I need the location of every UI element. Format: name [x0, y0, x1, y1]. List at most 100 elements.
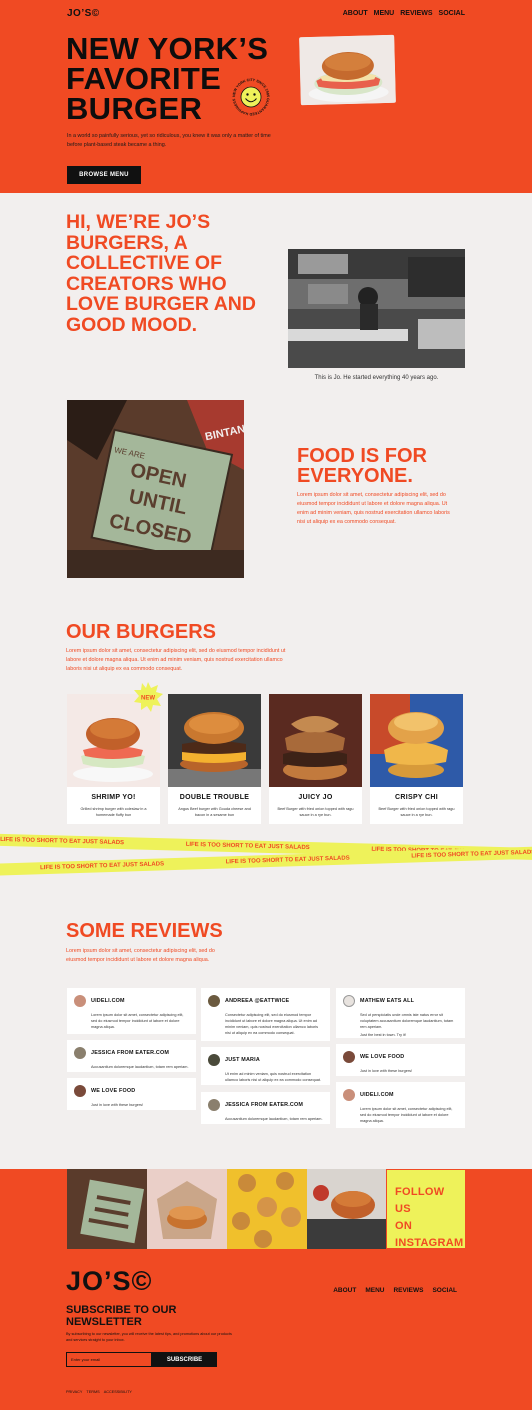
reviews-title: SOME REVIEWS — [66, 920, 223, 942]
review-card: MATHEW EATS ALL Sed ut perspiciatis unde… — [336, 988, 465, 1038]
tape-text: LIFE IS TOO SHORT TO EAT JUST SALADS — [225, 855, 350, 866]
intro-title: HI, WE’RE JO’S BURGERS, A COLLECTIVE OF … — [66, 211, 256, 336]
subscribe-text: By subscribing to our newsletter, you wi… — [66, 1332, 232, 1342]
tape-text: LIFE IS TOO SHORT TO EAT JUST SALADS — [185, 841, 310, 852]
avatar — [208, 995, 220, 1007]
burger-card[interactable]: JUICY JO Beef Burger with fried onion to… — [269, 694, 362, 824]
reviewer-name: UIDELI.COM — [91, 998, 125, 1004]
instagram-photo[interactable] — [147, 1169, 227, 1249]
reviewer-name: WE LOVE FOOD — [91, 1088, 136, 1094]
burger-desc: Grilled shrimp burger with coleslaw in a… — [80, 807, 147, 817]
avatar — [343, 995, 355, 1007]
reviewer-name: JUST MARIA — [225, 1057, 260, 1063]
top-nav: ABOUT MENU REVIEWS SOCIAL — [343, 10, 465, 17]
burger-desc: Beef Burger with fried onion topped with… — [277, 807, 354, 817]
burger-name: CRISPY CHI — [395, 794, 438, 801]
review-text: Lorem ipsum dolor sit amet, consectetur … — [360, 1107, 453, 1123]
burger-photo — [370, 694, 463, 787]
review-card: WE LOVE FOOD Just in love with these bur… — [336, 1044, 465, 1076]
email-field[interactable] — [66, 1352, 152, 1367]
subscribe-button[interactable]: SUBSCRIBE — [152, 1352, 217, 1367]
footer-nav-menu[interactable]: MENU — [365, 1287, 384, 1294]
burgers-title: OUR BURGERS — [66, 621, 217, 643]
new-badge: NEW — [133, 682, 163, 712]
reviewer-name: ANDREEA @EATTWICE — [225, 998, 290, 1004]
footer-nav: ABOUT MENU REVIEWS SOCIAL — [333, 1287, 457, 1294]
footer-logo[interactable]: JO’S© — [66, 1266, 152, 1297]
nav-reviews[interactable]: REVIEWS — [400, 10, 432, 17]
instagram-photo[interactable] — [307, 1169, 387, 1249]
privacy-link[interactable]: PRIVACY — [66, 1390, 82, 1394]
review-text: Accusantium doloremque laudantium, totam… — [91, 1065, 189, 1069]
accessibility-link[interactable]: ACCESSIBILITY — [104, 1390, 132, 1394]
review-card: ANDREEA @EATTWICE Consectetur adipiscing… — [201, 988, 330, 1041]
review-text: Just in love with these burgers! — [360, 1069, 413, 1073]
new-badge-label: NEW — [141, 696, 155, 702]
review-card: JESSICA FROM EATER.COM Accusantium dolor… — [201, 1092, 330, 1124]
open-until-closed-photo: BINTANG Pilsener WE ARE OPEN UNTIL CLOSE… — [67, 400, 244, 578]
review-text: Consectetur adipiscing elit, sed do eius… — [225, 1013, 319, 1035]
kitchen-caption: This is Jo. He started everything 40 yea… — [314, 375, 439, 381]
review-text: Ut enim ad minim veniam, quis nostrud ex… — [225, 1072, 322, 1082]
legal-links: PRIVACY TERMS ACCESSIBILITY — [66, 1390, 132, 1394]
burger-name: JUICY JO — [298, 794, 333, 801]
avatar — [74, 1085, 86, 1097]
burger-desc: Angus Beef burger with Gouda cheese and … — [178, 807, 251, 817]
footer-nav-social[interactable]: SOCIAL — [432, 1287, 457, 1294]
reviews-text: Lorem ipsum dolor sit amet, consectetur … — [66, 948, 215, 963]
tape-text: LIFE IS TOO SHORT TO EAT JUST SALADS — [40, 861, 165, 872]
review-card: JUST MARIA Ut enim ad minim veniam, quis… — [201, 1047, 330, 1085]
subscribe-title: SUBSCRIBE TO OUR NEWSLETTER — [66, 1304, 177, 1328]
burger-photo — [269, 694, 362, 787]
instagram-photo[interactable] — [67, 1169, 147, 1249]
avatar — [74, 995, 86, 1007]
reviewer-name: WE LOVE FOOD — [360, 1054, 405, 1060]
smiley-stamp-icon: NEW YORK CITY SINCE 1985 GUARANTEED HAPP… — [230, 76, 272, 118]
avatar — [208, 1099, 220, 1111]
terms-link[interactable]: TERMS — [86, 1390, 99, 1394]
avatar — [74, 1047, 86, 1059]
burger-name: DOUBLE TROUBLE — [179, 794, 250, 801]
nav-about[interactable]: ABOUT — [343, 10, 368, 17]
review-text: Accusantium doloremque laudantium, totam… — [225, 1117, 323, 1121]
burger-photo — [168, 694, 261, 787]
browse-menu-button[interactable]: BROWSE MENU — [67, 166, 141, 184]
burger-card[interactable]: CRISPY CHI Beef Burger with fried onion … — [370, 694, 463, 824]
nav-menu[interactable]: MENU — [374, 10, 395, 17]
burger-desc: Beef Burger with fried onion topped with… — [378, 807, 455, 817]
review-text: Sed ut perspiciatis unde omnis iste natu… — [360, 1013, 454, 1029]
review-card: JESSICA FROM EATER.COM Accusantium dolor… — [67, 1040, 196, 1072]
avatar — [208, 1054, 220, 1066]
kitchen-photo — [288, 249, 465, 368]
reviewer-name: JESSICA FROM EATER.COM — [91, 1050, 170, 1056]
review-text: Just in love with these burgers! — [91, 1103, 144, 1107]
follow-instagram-link[interactable]: FOLLOW US ON INSTAGRAM — [386, 1169, 466, 1249]
hero-burger-photo — [299, 34, 396, 106]
review-card: WE LOVE FOOD Just in love with these bur… — [67, 1078, 196, 1110]
follow-line: FOLLOW US — [395, 1186, 445, 1215]
follow-line: INSTAGRAM — [395, 1237, 464, 1249]
burgers-text: Lorem ipsum dolor sit amet, consectetur … — [66, 648, 286, 672]
avatar — [343, 1089, 355, 1101]
hero-text: In a world so painfully serious, yet so … — [67, 133, 271, 148]
tape-text: LIFE IS TOO SHORT TO EAT JUST SALADS — [0, 836, 125, 847]
tape-text: LIFE IS TOO SHORT TO EAT JUST SALADS — [411, 849, 532, 860]
review-text: Lorem ipsum dolor sit amet, consectetur … — [91, 1013, 184, 1029]
review-card: UIDELI.COM Lorem ipsum dolor sit amet, c… — [336, 1082, 465, 1128]
food-title: FOOD IS FOR EVERYONE. — [297, 445, 427, 487]
burger-name: SHRIMP YO! — [91, 794, 136, 801]
footer-nav-about[interactable]: ABOUT — [333, 1287, 356, 1294]
review-card: UIDELI.COM Lorem ipsum dolor sit amet, c… — [67, 988, 196, 1034]
avatar — [343, 1051, 355, 1063]
site-logo[interactable]: JO’S© — [67, 8, 100, 19]
nav-social[interactable]: SOCIAL — [439, 10, 465, 17]
reviewer-name: JESSICA FROM EATER.COM — [225, 1102, 304, 1108]
burger-card[interactable]: SHRIMP YO! Grilled shrimp burger with co… — [67, 694, 160, 824]
review-text-extra: Just the best in town. Try it! — [360, 1033, 407, 1037]
food-text: Lorem ipsum dolor sit amet, consectetur … — [297, 492, 450, 525]
follow-line: ON — [395, 1220, 413, 1232]
reviewer-name: UIDELI.COM — [360, 1092, 394, 1098]
footer-nav-reviews[interactable]: REVIEWS — [393, 1287, 423, 1294]
instagram-photo[interactable] — [227, 1169, 307, 1249]
burger-card[interactable]: DOUBLE TROUBLE Angus Beef burger with Go… — [168, 694, 261, 824]
